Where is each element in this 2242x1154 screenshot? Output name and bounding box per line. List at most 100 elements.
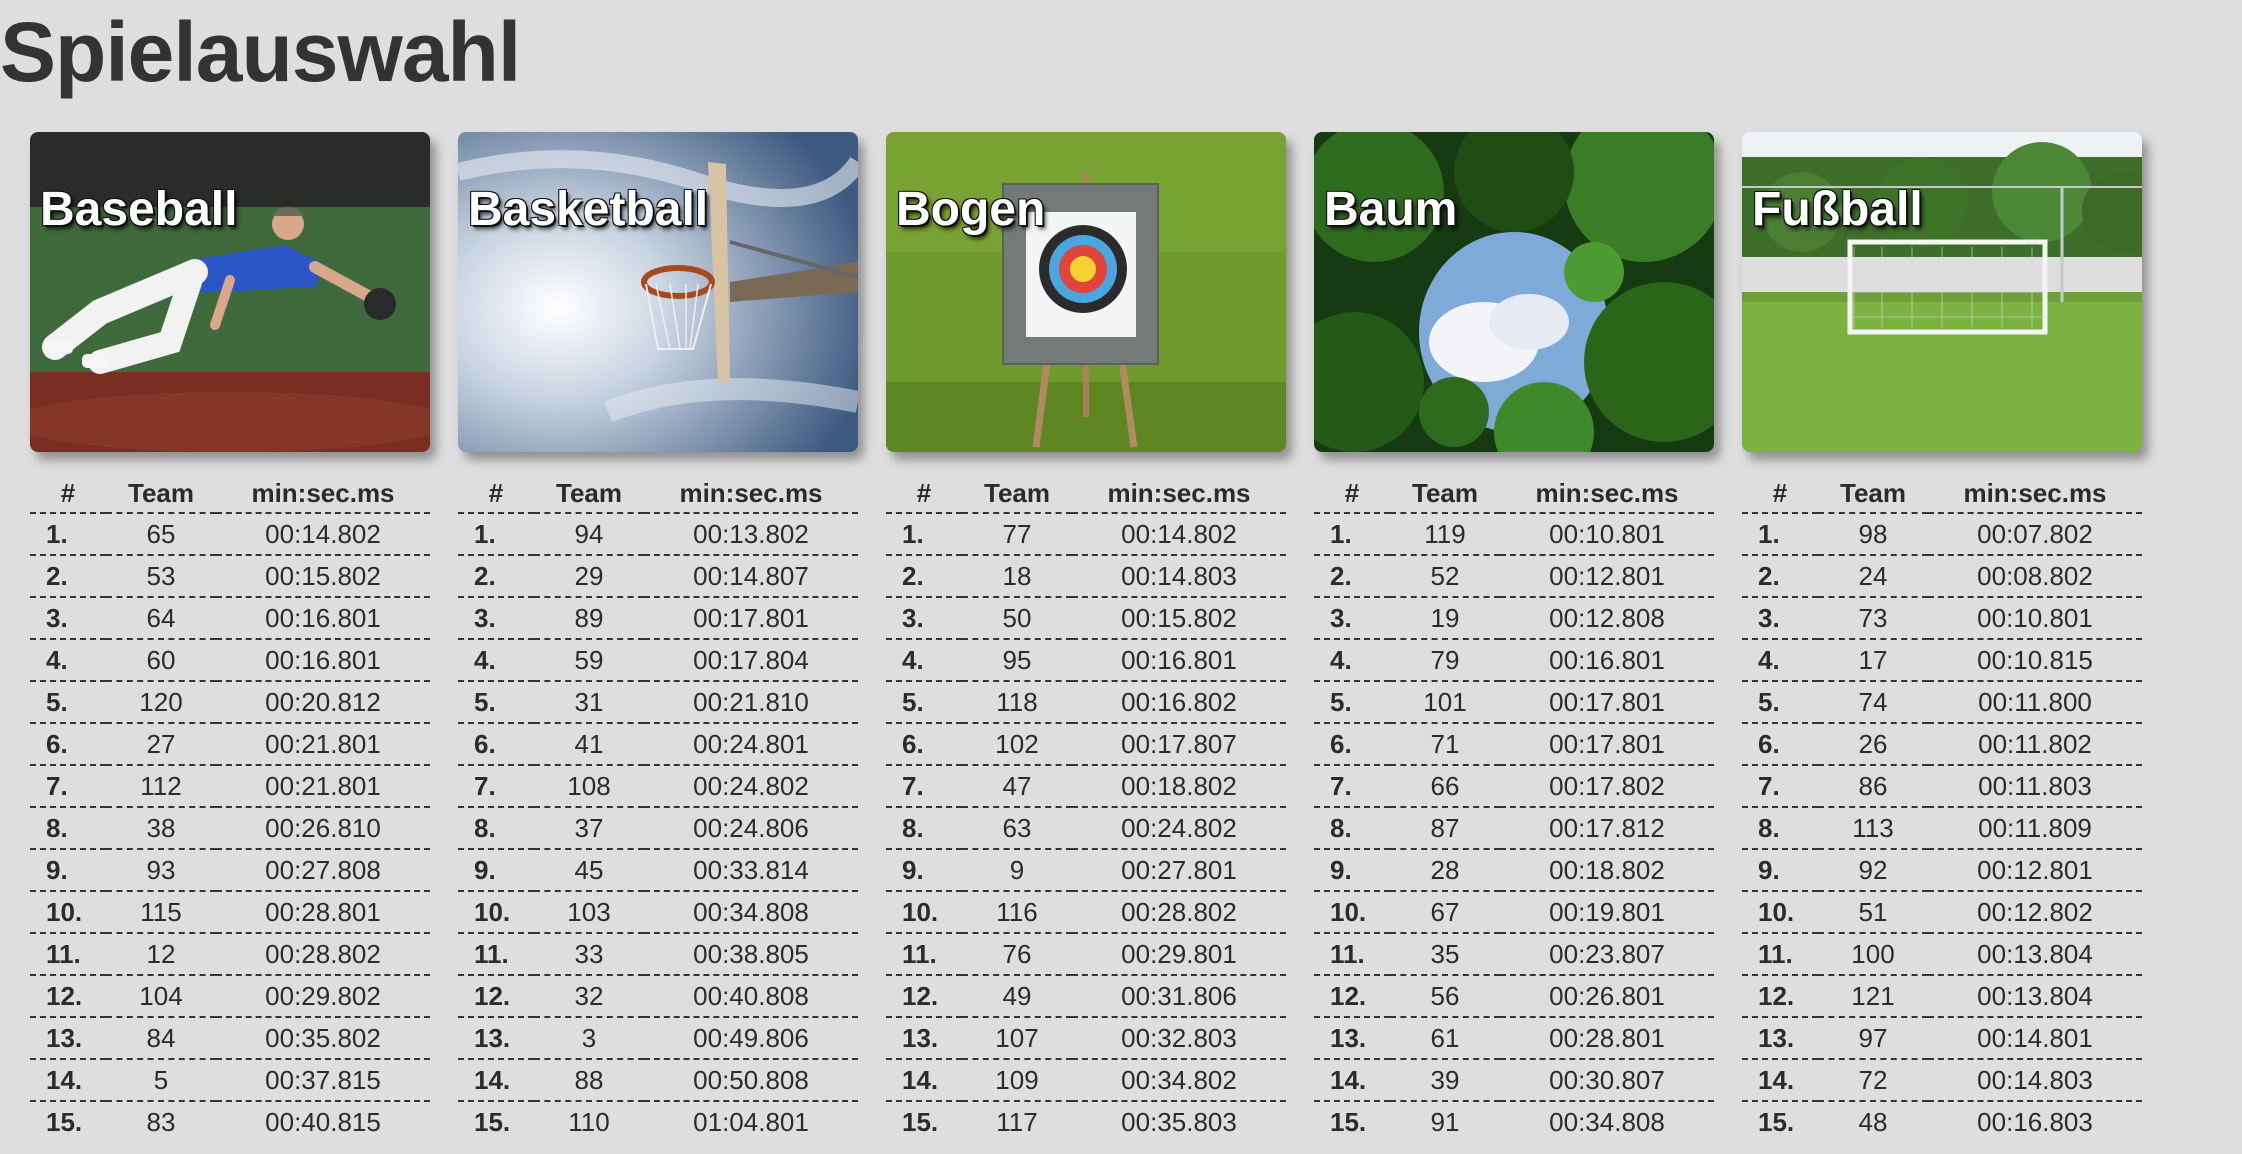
table-row: 2. 53 00:15.802 [30, 555, 430, 598]
team-cell: 52 [1390, 555, 1500, 598]
table-row: 3. 19 00:12.808 [1314, 597, 1714, 640]
table-row: 3. 89 00:17.801 [458, 597, 858, 640]
table-row: 10. 51 00:12.802 [1742, 891, 2142, 934]
team-cell: 98 [1818, 513, 1928, 556]
archery-target-image [886, 132, 1286, 452]
rank-cell: 5. [30, 681, 106, 724]
team-cell: 31 [534, 681, 644, 724]
time-cell: 00:34.808 [1549, 1106, 1665, 1137]
team-cell: 64 [106, 597, 216, 640]
time-cell: 00:14.801 [1928, 1017, 2142, 1060]
time-cell: 00:16.801 [1500, 639, 1714, 682]
team-cell: 59 [534, 639, 644, 682]
game-card-fussball[interactable]: Fußball [1742, 132, 2142, 452]
time-cell: 00:30.807 [1500, 1059, 1714, 1102]
header-rank: # [1742, 474, 1818, 514]
rank-cell: 2. [1742, 555, 1818, 598]
rank-cell: 9. [30, 849, 106, 892]
time-cell: 00:13.802 [644, 513, 858, 556]
time-cell: 00:40.815 [265, 1106, 381, 1137]
rank-cell: 6. [30, 723, 106, 766]
game-column-bogen: Bogen # Team min:sec.ms 1. 77 00:14.802 2.… [886, 132, 1286, 1142]
table-row: 13. 107 00:32.803 [886, 1017, 1286, 1060]
rank-cell: 1. [30, 513, 106, 556]
time-cell: 00:31.806 [1072, 975, 1286, 1018]
rank-cell: 11. [886, 933, 962, 976]
table-row: 4. 17 00:10.815 [1742, 639, 2142, 682]
time-cell: 00:27.808 [216, 849, 430, 892]
rank-cell: 11. [1742, 933, 1818, 976]
table-row: 13. 61 00:28.801 [1314, 1017, 1714, 1060]
table-body: 1. 77 00:14.802 2. 18 00:14.803 3. 50 00:15.80… [886, 513, 1286, 1142]
table-body: 1. 119 00:10.801 2. 52 00:12.801 3. 19 00:12.8… [1314, 513, 1714, 1142]
table-row: 3. 73 00:10.801 [1742, 597, 2142, 640]
time-cell: 00:26.810 [216, 807, 430, 850]
table-row: 4. 59 00:17.804 [458, 639, 858, 682]
team-cell: 45 [534, 849, 644, 892]
time-cell: 00:24.806 [644, 807, 858, 850]
table-row: 14. 88 00:50.808 [458, 1059, 858, 1102]
time-cell: 00:28.801 [1500, 1017, 1714, 1060]
team-cell: 41 [534, 723, 644, 766]
time-cell: 00:23.807 [1500, 933, 1714, 976]
rank-cell: 2. [886, 555, 962, 598]
game-card-baum[interactable]: Baum [1314, 132, 1714, 452]
rank-cell: 13. [458, 1017, 534, 1060]
time-cell: 00:16.801 [216, 597, 430, 640]
table-row: 12. 56 00:26.801 [1314, 975, 1714, 1018]
rank-cell: 7. [30, 765, 106, 808]
team-cell: 18 [962, 555, 1072, 598]
team-cell: 95 [962, 639, 1072, 682]
header-team: Team [1818, 474, 1928, 514]
table-row: 11. 100 00:13.804 [1742, 933, 2142, 976]
table-row: 1. 98 00:07.802 [1742, 513, 2142, 556]
time-cell: 00:12.808 [1500, 597, 1714, 640]
header-team: Team [962, 474, 1072, 514]
game-card-baseball[interactable]: Baseball [30, 132, 430, 452]
table-row: 15. 110 01:04.801 [458, 1101, 858, 1142]
table-row: 4. 95 00:16.801 [886, 639, 1286, 682]
rank-cell: 12. [30, 975, 106, 1018]
rank-cell: 4. [30, 639, 106, 682]
time-cell: 00:35.802 [216, 1017, 430, 1060]
rank-cell: 10. [1742, 891, 1818, 934]
game-card-basketball[interactable]: Basketball [458, 132, 858, 452]
team-cell: 86 [1818, 765, 1928, 808]
rank-cell: 5. [458, 681, 534, 724]
table-row: 7. 112 00:21.801 [30, 765, 430, 808]
rank-cell: 12. [1742, 975, 1818, 1018]
team-cell: 50 [962, 597, 1072, 640]
table-row: 2. 29 00:14.807 [458, 555, 858, 598]
time-cell: 00:40.808 [644, 975, 858, 1018]
table-row: 5. 101 00:17.801 [1314, 681, 1714, 724]
rank-cell: 15. [1330, 1106, 1367, 1137]
game-card-bogen[interactable]: Bogen [886, 132, 1286, 452]
table-row: 13. 97 00:14.801 [1742, 1017, 2142, 1060]
time-cell: 00:10.815 [1928, 639, 2142, 682]
time-cell: 00:10.801 [1928, 597, 2142, 640]
team-cell: 83 [146, 1106, 176, 1137]
team-cell: 26 [1818, 723, 1928, 766]
team-cell: 116 [962, 891, 1072, 934]
rank-cell: 14. [458, 1059, 534, 1102]
rank-cell: 4. [886, 639, 962, 682]
team-cell: 110 [568, 1106, 610, 1137]
team-cell: 24 [1818, 555, 1928, 598]
rank-cell: 1. [1314, 513, 1390, 556]
time-cell: 00:12.801 [1928, 849, 2142, 892]
table-row: 2. 52 00:12.801 [1314, 555, 1714, 598]
time-cell: 00:14.803 [1928, 1059, 2142, 1102]
team-cell: 112 [106, 765, 216, 808]
time-cell: 00:14.802 [216, 513, 430, 556]
table-row: 9. 28 00:18.802 [1314, 849, 1714, 892]
time-cell: 00:11.809 [1928, 807, 2142, 850]
team-cell: 104 [106, 975, 216, 1018]
rank-cell: 2. [458, 555, 534, 598]
table-row: 7. 86 00:11.803 [1742, 765, 2142, 808]
team-cell: 102 [962, 723, 1072, 766]
team-cell: 121 [1818, 975, 1928, 1018]
table-row: 4. 60 00:16.801 [30, 639, 430, 682]
team-cell: 65 [106, 513, 216, 556]
team-cell: 67 [1390, 891, 1500, 934]
baseball-image [30, 132, 430, 452]
